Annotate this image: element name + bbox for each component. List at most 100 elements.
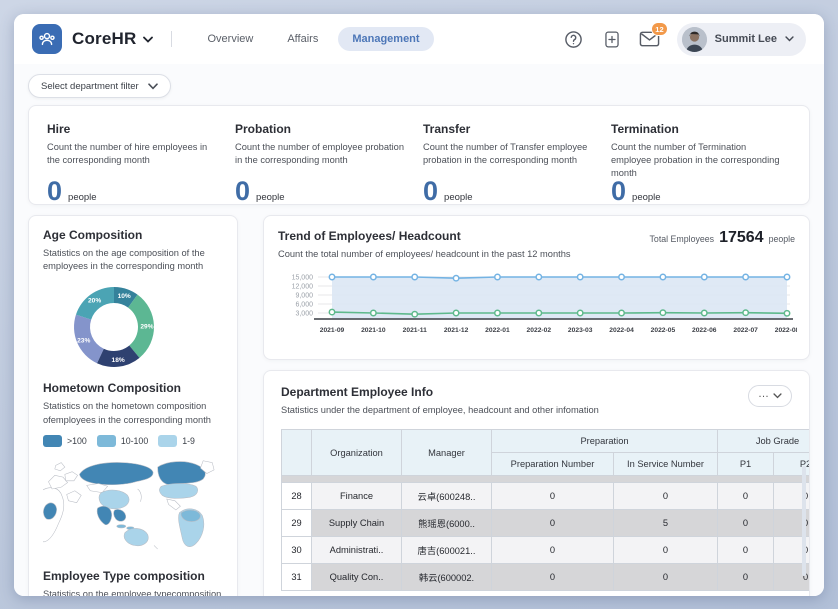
svg-text:2022-07: 2022-07 xyxy=(733,327,758,334)
stat-value: 0 xyxy=(235,178,250,205)
age-composition-desc: Statistics on the age composition of the… xyxy=(43,247,223,273)
svg-text:2022-04: 2022-04 xyxy=(609,327,634,334)
table-cell: 0 xyxy=(614,564,718,591)
svg-text:2021-09: 2021-09 xyxy=(320,327,345,334)
stat-card-probation: Probation Count the number of employee pr… xyxy=(235,122,423,204)
svg-text:18%: 18% xyxy=(112,358,125,365)
svg-text:2021-11: 2021-11 xyxy=(403,327,427,334)
svg-text:2022-05: 2022-05 xyxy=(651,327,676,334)
hometown-composition-desc: Statistics on the hometown composition o… xyxy=(43,400,223,426)
row-number-cell: 31 xyxy=(282,564,312,591)
row-number-cell: 28 xyxy=(282,483,312,510)
stat-desc: Count the number of employee probation i… xyxy=(235,141,405,169)
legend-item: >100 xyxy=(43,435,87,447)
nav-tab-overview[interactable]: Overview xyxy=(194,27,268,51)
department-filter-select[interactable]: Select department filter xyxy=(28,74,171,98)
stat-card-transfer: Transfer Count the number of Transfer emp… xyxy=(423,122,611,204)
legend-label: >100 xyxy=(67,436,87,446)
workspace-switcher[interactable]: CoreHR xyxy=(72,29,153,49)
stat-value: 0 xyxy=(611,178,626,205)
filter-label: Select department filter xyxy=(41,81,139,92)
stat-card-termination: TerminationCount the number of Terminati… xyxy=(611,122,799,204)
total-employees-value: 17564 xyxy=(719,229,764,247)
table-cell: Administrati.. xyxy=(312,537,402,564)
svg-text:12,000: 12,000 xyxy=(292,284,314,291)
table-row[interactable]: 30Administrati..唐吉(600021..0000 xyxy=(282,537,811,564)
stat-value: 0 xyxy=(423,178,438,205)
dept-title: Department Employee Info xyxy=(281,385,599,399)
help-button[interactable] xyxy=(563,28,585,50)
legend-swatch xyxy=(43,435,62,447)
world-map-chart[interactable] xyxy=(43,453,225,565)
table-row[interactable]: 28Finance云卓(600248..0000 xyxy=(282,483,811,510)
group-job-grade: Job Grade xyxy=(718,430,810,453)
employee-type-block: Employee Type composition Statistics on … xyxy=(43,569,223,596)
chevron-down-icon xyxy=(143,36,153,43)
hometown-legend: >10010-1001-9 xyxy=(43,435,223,447)
user-menu[interactable]: Summit Lee xyxy=(677,23,806,56)
svg-text:6,000: 6,000 xyxy=(295,302,313,309)
nav-tab-affairs[interactable]: Affairs xyxy=(273,27,332,51)
table-cell: 韩云(600002. xyxy=(402,564,492,591)
stat-title: Hire xyxy=(47,122,217,136)
question-mark-icon xyxy=(564,30,583,49)
table-row[interactable]: 29Supply Chain熊瑶恩(6000..0500 xyxy=(282,510,811,537)
table-options-button[interactable]: … xyxy=(748,385,792,407)
inbox-button[interactable]: 12 xyxy=(639,28,661,50)
col-in-service-number: In Service Number xyxy=(614,453,718,476)
dept-desc: Statistics under the department of emplo… xyxy=(281,404,599,417)
legend-item: 10-100 xyxy=(97,435,148,447)
col-rownum xyxy=(282,430,312,476)
app-title: CoreHR xyxy=(72,29,137,49)
chevron-down-icon xyxy=(773,393,782,399)
department-table-card: Department Employee Info Statistics unde… xyxy=(263,370,810,596)
svg-text:23%: 23% xyxy=(77,338,90,345)
svg-text:2021-10: 2021-10 xyxy=(361,327,386,334)
table-row-partial xyxy=(282,476,811,483)
corehr-logo-icon xyxy=(32,24,62,54)
department-table: Organization Manager Preparation Job Gra… xyxy=(281,429,810,591)
avatar xyxy=(682,27,707,52)
table-scrollbar[interactable] xyxy=(802,466,806,576)
table-cell: 0 xyxy=(492,537,614,564)
stat-unit: people xyxy=(68,192,97,203)
chevron-down-icon xyxy=(785,36,794,42)
svg-text:2023-03: 2023-03 xyxy=(568,327,593,334)
legend-swatch xyxy=(97,435,116,447)
new-document-button[interactable] xyxy=(601,28,623,50)
trend-title: Trend of Employees/ Headcount xyxy=(278,229,571,243)
svg-text:2022-06: 2022-06 xyxy=(692,327,717,334)
svg-text:2022-02: 2022-02 xyxy=(527,327,552,334)
table-cell: 0 xyxy=(718,483,774,510)
stat-title: Termination xyxy=(611,122,781,136)
main-nav: OverviewAffairsManagement xyxy=(194,27,434,51)
table-cell: 唐吉(600021.. xyxy=(402,537,492,564)
age-donut-chart[interactable]: 10%29%18%23%20% xyxy=(59,281,169,373)
group-preparation: Preparation xyxy=(492,430,718,453)
age-composition-title: Age Composition xyxy=(43,228,223,242)
header-divider xyxy=(171,31,172,47)
stat-desc: Count the number of Transfer employee pr… xyxy=(423,141,593,169)
stat-title: Probation xyxy=(235,122,405,136)
app-window: CoreHR OverviewAffairsManagement xyxy=(14,14,824,596)
svg-text:29%: 29% xyxy=(140,324,153,331)
table-row[interactable]: 31Quality Con..韩云(600002.0000 xyxy=(282,564,811,591)
svg-text:2022-08: 2022-08 xyxy=(775,327,797,334)
stat-value: 0 xyxy=(47,178,62,205)
stat-card-hire: HireCount the number of hire employees i… xyxy=(47,122,235,204)
age-composition-block: Age Composition Statistics on the age co… xyxy=(43,228,223,373)
headcount-trend-chart[interactable]: 15,00012,0009,0006,0003,0002021-092021-1… xyxy=(278,267,797,341)
row-number-cell: 29 xyxy=(282,510,312,537)
svg-text:2021-12: 2021-12 xyxy=(444,327,469,334)
col-manager: Manager xyxy=(402,430,492,476)
svg-text:9,000: 9,000 xyxy=(295,293,313,300)
table-cell: 0 xyxy=(614,537,718,564)
table-cell: 云卓(600248.. xyxy=(402,483,492,510)
chevron-down-icon xyxy=(148,83,158,90)
stat-title: Transfer xyxy=(423,122,593,136)
table-cell: 0 xyxy=(492,483,614,510)
trend-card: Trend of Employees/ Headcount Count the … xyxy=(263,215,810,360)
hometown-composition-block: Hometown Composition Statistics on the h… xyxy=(43,381,223,564)
nav-tab-management[interactable]: Management xyxy=(338,27,433,51)
total-employees: Total Employees 17564 people xyxy=(650,229,795,247)
